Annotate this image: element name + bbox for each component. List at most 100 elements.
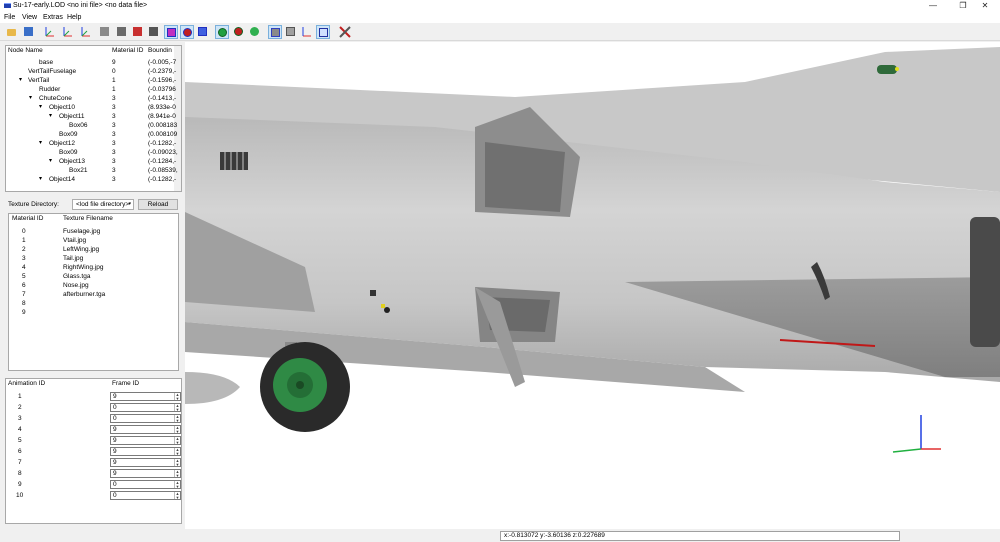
animation-id: 2 bbox=[18, 404, 22, 411]
gray-cube-stack-icon[interactable] bbox=[284, 25, 298, 39]
texture-material-id: 3 bbox=[22, 255, 26, 262]
texture-filename: LeftWing.jpg bbox=[63, 246, 100, 253]
node-bounding: (-0.005,-7 bbox=[148, 59, 177, 66]
chevron-down-icon[interactable]: ▾ bbox=[49, 112, 52, 121]
node-bounding: (-0.2379,- bbox=[148, 68, 177, 75]
column-header-bounding[interactable]: Boundin bbox=[148, 46, 172, 56]
texture-material-id: 5 bbox=[22, 273, 26, 280]
node-name: VertTailFuselage bbox=[28, 68, 77, 75]
node-material: 3 bbox=[112, 95, 116, 102]
open-folder-icon[interactable] bbox=[5, 25, 19, 39]
animation-id: 9 bbox=[18, 481, 22, 488]
node-name: base bbox=[39, 59, 54, 66]
frame-id-stepper[interactable]: 0 ▲ ▼ bbox=[110, 480, 181, 489]
spin-arrows-icon[interactable]: ▲ ▼ bbox=[174, 448, 180, 455]
red-circle-icon[interactable] bbox=[232, 25, 246, 39]
3d-viewport[interactable] bbox=[185, 42, 1000, 529]
gray-cube-icon[interactable] bbox=[98, 25, 112, 39]
node-material: 3 bbox=[112, 122, 116, 129]
frame-id-stepper[interactable]: 0 ▲ ▼ bbox=[110, 403, 181, 412]
node-name: Box09 bbox=[59, 131, 78, 138]
node-name: Box09 bbox=[59, 149, 78, 156]
column-header-frame-id[interactable]: Frame ID bbox=[112, 379, 139, 389]
blue-sphere-cube-icon[interactable] bbox=[196, 25, 210, 39]
close-button[interactable]: ✕ bbox=[970, 0, 1000, 12]
spin-arrows-icon[interactable]: ▲ ▼ bbox=[174, 404, 180, 411]
node-bounding: (-0.1596,- bbox=[148, 77, 177, 84]
axis-icon[interactable] bbox=[300, 25, 314, 39]
animation-id: 10 bbox=[16, 492, 24, 499]
green-dot-icon[interactable] bbox=[248, 25, 262, 39]
node-bounding: (-0.1413,- bbox=[148, 95, 177, 102]
frame-id-stepper[interactable]: 9 ▲ ▼ bbox=[110, 436, 181, 445]
texture-directory-select[interactable]: <lod file directory> ▾ bbox=[72, 199, 134, 210]
menu-help[interactable]: Help bbox=[67, 14, 81, 21]
node-tree-panel: Node Name Material ID Boundin base 9 (-0.0… bbox=[5, 45, 182, 192]
frame-id-stepper[interactable]: 0 ▲ ▼ bbox=[110, 414, 181, 423]
node-bounding: (-0.1284,- bbox=[148, 158, 177, 165]
texture-filename: Fuselage.jpg bbox=[63, 228, 101, 235]
node-bounding: (8.933e-0 bbox=[148, 104, 176, 111]
frame-id-stepper[interactable]: 0 ▲ ▼ bbox=[110, 491, 181, 500]
frame-id-stepper[interactable]: 9 ▲ ▼ bbox=[110, 469, 181, 478]
node-bounding: (0.008183 bbox=[148, 122, 178, 129]
column-header-node-name[interactable]: Node Name bbox=[8, 46, 43, 56]
red-sphere-cube-icon[interactable] bbox=[180, 25, 194, 39]
chevron-down-icon[interactable]: ▾ bbox=[19, 76, 22, 85]
green-circle-icon[interactable] bbox=[215, 25, 229, 39]
node-material: 9 bbox=[112, 59, 116, 66]
node-name: VertTail bbox=[28, 77, 50, 84]
menu-extras[interactable]: Extras bbox=[43, 14, 63, 21]
chevron-down-icon[interactable]: ▾ bbox=[39, 175, 42, 184]
frame-id-value: 9 bbox=[113, 437, 117, 444]
node-name: Object12 bbox=[49, 140, 76, 147]
menu-file[interactable]: File bbox=[4, 14, 15, 21]
spin-arrows-icon[interactable]: ▲ ▼ bbox=[174, 437, 180, 444]
red-cube-icon[interactable] bbox=[131, 25, 145, 39]
node-material: 0 bbox=[112, 68, 116, 75]
texture-filename: Nose.jpg bbox=[63, 282, 89, 289]
column-header-material-id[interactable]: Material ID bbox=[112, 46, 143, 56]
column-header-material-id[interactable]: Material ID bbox=[12, 214, 43, 224]
blue-wireframe-cube-icon[interactable] bbox=[164, 25, 178, 39]
spin-arrows-icon[interactable]: ▲ ▼ bbox=[174, 470, 180, 477]
chevron-down-icon[interactable]: ▾ bbox=[29, 94, 32, 103]
texture-filename: Vtail.jpg bbox=[63, 237, 87, 244]
node-material: 3 bbox=[112, 140, 116, 147]
column-header-texture-filename[interactable]: Texture Filename bbox=[63, 214, 113, 224]
minimize-button[interactable]: — bbox=[918, 0, 948, 12]
frame-id-value: 9 bbox=[113, 470, 117, 477]
node-name: Object14 bbox=[49, 176, 76, 183]
reload-button[interactable]: Reload bbox=[138, 199, 178, 210]
spin-arrows-icon[interactable]: ▲ ▼ bbox=[174, 459, 180, 466]
tools-icon[interactable] bbox=[338, 25, 352, 39]
chevron-down-icon[interactable]: ▾ bbox=[39, 103, 42, 112]
spin-arrows-icon[interactable]: ▲ ▼ bbox=[174, 426, 180, 433]
bounding-box-icon[interactable] bbox=[316, 25, 330, 39]
node-bounding: (0.008109 bbox=[148, 131, 178, 138]
landing-gear bbox=[260, 342, 350, 432]
intake-grille bbox=[220, 152, 248, 170]
frame-id-stepper[interactable]: 9 ▲ ▼ bbox=[110, 392, 181, 401]
column-header-animation-id[interactable]: Animation ID bbox=[8, 379, 45, 389]
node-material: 1 bbox=[112, 86, 116, 93]
spin-arrows-icon[interactable]: ▲ ▼ bbox=[174, 393, 180, 400]
frame-id-stepper[interactable]: 9 ▲ ▼ bbox=[110, 458, 181, 467]
spin-arrows-icon[interactable]: ▲ ▼ bbox=[174, 481, 180, 488]
chevron-down-icon[interactable]: ▾ bbox=[49, 157, 52, 166]
spin-arrows-icon[interactable]: ▲ ▼ bbox=[174, 492, 180, 499]
gray-cube-layered-icon[interactable] bbox=[268, 25, 282, 39]
frame-id-stepper[interactable]: 9 ▲ ▼ bbox=[110, 425, 181, 434]
axis-xyz-green-icon[interactable] bbox=[61, 25, 75, 39]
aircraft-model-render bbox=[185, 47, 1000, 432]
axis-xyz-red-icon[interactable] bbox=[43, 25, 57, 39]
menu-view[interactable]: View bbox=[22, 14, 37, 21]
chevron-down-icon[interactable]: ▾ bbox=[39, 139, 42, 148]
spin-arrows-icon[interactable]: ▲ ▼ bbox=[174, 415, 180, 422]
axis-xyz-multi-icon[interactable] bbox=[79, 25, 93, 39]
save-icon[interactable] bbox=[22, 25, 36, 39]
shaded-cube-icon[interactable] bbox=[147, 25, 161, 39]
dark-cube-icon[interactable] bbox=[115, 25, 129, 39]
frame-id-stepper[interactable]: 9 ▲ ▼ bbox=[110, 447, 181, 456]
node-bounding: (-0.08539, bbox=[148, 167, 178, 174]
